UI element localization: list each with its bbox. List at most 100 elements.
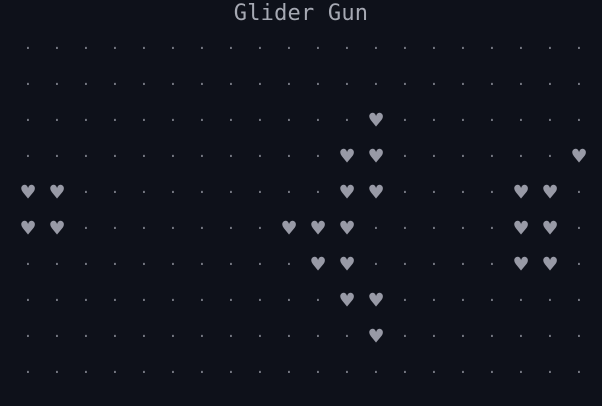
dead-cell-dot[interactable]: · [72, 319, 101, 355]
dead-cell-dot[interactable]: · [43, 283, 72, 319]
dead-cell-dot[interactable]: · [304, 319, 333, 355]
dead-cell-dot[interactable]: · [391, 247, 420, 283]
dead-cell-dot[interactable]: · [420, 67, 449, 103]
dead-cell-dot[interactable]: · [188, 139, 217, 175]
dead-cell-dot[interactable]: · [391, 319, 420, 355]
dead-cell-dot[interactable]: · [14, 247, 43, 283]
dead-cell-dot[interactable]: · [536, 103, 565, 139]
dead-cell-dot[interactable]: · [507, 139, 536, 175]
live-cell-heart-icon[interactable]: ♥ [333, 283, 362, 319]
dead-cell-dot[interactable]: · [217, 319, 246, 355]
dead-cell-dot[interactable]: · [304, 67, 333, 103]
dead-cell-dot[interactable]: · [565, 247, 594, 283]
dead-cell-dot[interactable]: · [478, 355, 507, 391]
live-cell-heart-icon[interactable]: ♥ [507, 211, 536, 247]
dead-cell-dot[interactable]: · [304, 283, 333, 319]
dead-cell-dot[interactable]: · [130, 175, 159, 211]
dead-cell-dot[interactable]: · [565, 355, 594, 391]
dead-cell-dot[interactable]: · [72, 283, 101, 319]
dead-cell-dot[interactable]: · [188, 355, 217, 391]
dead-cell-dot[interactable]: · [72, 211, 101, 247]
dead-cell-dot[interactable]: · [101, 211, 130, 247]
dead-cell-dot[interactable]: · [130, 31, 159, 67]
dead-cell-dot[interactable]: · [217, 103, 246, 139]
dead-cell-dot[interactable]: · [217, 175, 246, 211]
dead-cell-dot[interactable]: · [14, 355, 43, 391]
dead-cell-dot[interactable]: · [101, 103, 130, 139]
dead-cell-dot[interactable]: · [275, 355, 304, 391]
dead-cell-dot[interactable]: · [449, 283, 478, 319]
dead-cell-dot[interactable]: · [217, 139, 246, 175]
dead-cell-dot[interactable]: · [449, 31, 478, 67]
dead-cell-dot[interactable]: · [420, 247, 449, 283]
dead-cell-dot[interactable]: · [217, 31, 246, 67]
dead-cell-dot[interactable]: · [246, 319, 275, 355]
dead-cell-dot[interactable]: · [565, 103, 594, 139]
dead-cell-dot[interactable]: · [246, 175, 275, 211]
dead-cell-dot[interactable]: · [246, 211, 275, 247]
dead-cell-dot[interactable]: · [188, 211, 217, 247]
dead-cell-dot[interactable]: · [275, 175, 304, 211]
dead-cell-dot[interactable]: · [478, 283, 507, 319]
dead-cell-dot[interactable]: · [101, 175, 130, 211]
live-cell-heart-icon[interactable]: ♥ [362, 175, 391, 211]
dead-cell-dot[interactable]: · [14, 103, 43, 139]
dead-cell-dot[interactable]: · [565, 211, 594, 247]
dead-cell-dot[interactable]: · [449, 139, 478, 175]
dead-cell-dot[interactable]: · [391, 103, 420, 139]
dead-cell-dot[interactable]: · [188, 319, 217, 355]
live-cell-heart-icon[interactable]: ♥ [275, 211, 304, 247]
dead-cell-dot[interactable]: · [478, 319, 507, 355]
dead-cell-dot[interactable]: · [130, 211, 159, 247]
dead-cell-dot[interactable]: · [391, 139, 420, 175]
dead-cell-dot[interactable]: · [420, 175, 449, 211]
dead-cell-dot[interactable]: · [43, 355, 72, 391]
dead-cell-dot[interactable]: · [246, 247, 275, 283]
live-cell-heart-icon[interactable]: ♥ [43, 211, 72, 247]
dead-cell-dot[interactable]: · [449, 319, 478, 355]
dead-cell-dot[interactable]: · [507, 319, 536, 355]
dead-cell-dot[interactable]: · [43, 247, 72, 283]
dead-cell-dot[interactable]: · [536, 139, 565, 175]
dead-cell-dot[interactable]: · [246, 67, 275, 103]
dead-cell-dot[interactable]: · [72, 31, 101, 67]
dead-cell-dot[interactable]: · [536, 319, 565, 355]
dead-cell-dot[interactable]: · [449, 211, 478, 247]
dead-cell-dot[interactable]: · [159, 355, 188, 391]
dead-cell-dot[interactable]: · [14, 139, 43, 175]
dead-cell-dot[interactable]: · [536, 31, 565, 67]
dead-cell-dot[interactable]: · [304, 139, 333, 175]
dead-cell-dot[interactable]: · [391, 283, 420, 319]
dead-cell-dot[interactable]: · [449, 355, 478, 391]
dead-cell-dot[interactable]: · [101, 31, 130, 67]
dead-cell-dot[interactable]: · [478, 175, 507, 211]
dead-cell-dot[interactable]: · [478, 139, 507, 175]
dead-cell-dot[interactable]: · [43, 103, 72, 139]
dead-cell-dot[interactable]: · [420, 355, 449, 391]
live-cell-heart-icon[interactable]: ♥ [536, 175, 565, 211]
dead-cell-dot[interactable]: · [391, 67, 420, 103]
dead-cell-dot[interactable]: · [72, 139, 101, 175]
dead-cell-dot[interactable]: · [391, 175, 420, 211]
dead-cell-dot[interactable]: · [130, 103, 159, 139]
live-cell-heart-icon[interactable]: ♥ [507, 247, 536, 283]
dead-cell-dot[interactable]: · [362, 355, 391, 391]
dead-cell-dot[interactable]: · [246, 103, 275, 139]
live-cell-heart-icon[interactable]: ♥ [43, 175, 72, 211]
dead-cell-dot[interactable]: · [275, 283, 304, 319]
dead-cell-dot[interactable]: · [275, 67, 304, 103]
dead-cell-dot[interactable]: · [72, 247, 101, 283]
dead-cell-dot[interactable]: · [101, 355, 130, 391]
dead-cell-dot[interactable]: · [188, 175, 217, 211]
dead-cell-dot[interactable]: · [72, 355, 101, 391]
dead-cell-dot[interactable]: · [159, 139, 188, 175]
live-cell-heart-icon[interactable]: ♥ [333, 211, 362, 247]
dead-cell-dot[interactable]: · [420, 103, 449, 139]
dead-cell-dot[interactable]: · [217, 211, 246, 247]
dead-cell-dot[interactable]: · [246, 355, 275, 391]
dead-cell-dot[interactable]: · [275, 31, 304, 67]
live-cell-heart-icon[interactable]: ♥ [333, 139, 362, 175]
dead-cell-dot[interactable]: · [536, 67, 565, 103]
dead-cell-dot[interactable]: · [159, 247, 188, 283]
dead-cell-dot[interactable]: · [159, 103, 188, 139]
